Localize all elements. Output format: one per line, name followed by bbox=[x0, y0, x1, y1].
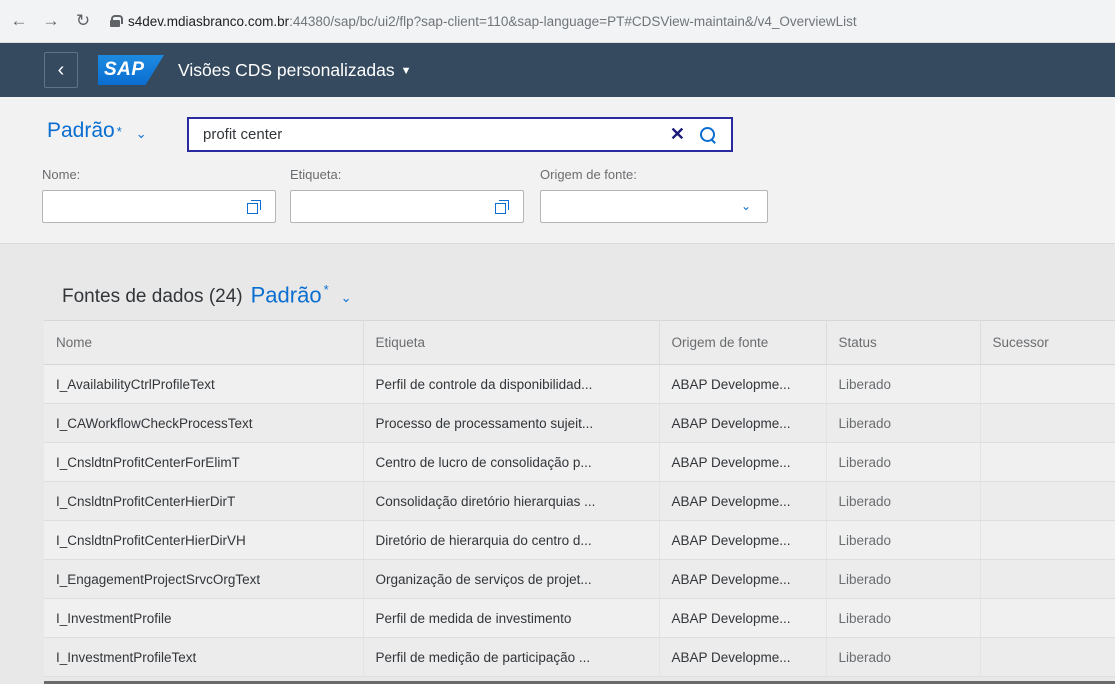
cell-successor bbox=[980, 559, 1115, 599]
data-sources-table: Nome Etiqueta Origem de fonte Status Suc… bbox=[44, 320, 1115, 677]
cell-source: ABAP Developme... bbox=[659, 520, 827, 560]
url-text: s4dev.mdiasbranco.com.br:44380/sap/bc/ui… bbox=[128, 13, 857, 29]
variant-name: Padrão bbox=[47, 119, 115, 142]
column-header-sucessor[interactable]: Sucessor bbox=[980, 320, 1115, 365]
cell-label: Perfil de medição de participação ... bbox=[363, 637, 660, 677]
table-row[interactable]: I_CnsldtnProfitCenterForElimT Centro de … bbox=[44, 442, 1115, 482]
cell-status: Liberado bbox=[826, 559, 981, 599]
table-header-row: Nome Etiqueta Origem de fonte Status Suc… bbox=[44, 320, 1115, 365]
cell-name: I_CnsldtnProfitCenterHierDirT bbox=[44, 481, 364, 521]
cell-label: Consolidação diretório hierarquias ... bbox=[363, 481, 660, 521]
table-row[interactable]: I_InvestmentProfileText Perfil de mediçã… bbox=[44, 637, 1115, 677]
cell-source: ABAP Developme... bbox=[659, 403, 827, 443]
variant-management[interactable]: Padrão * ⌄ bbox=[47, 119, 147, 143]
cell-source: ABAP Developme... bbox=[659, 481, 827, 521]
cell-label: Organização de serviços de projet... bbox=[363, 559, 660, 599]
cell-name: I_CnsldtnProfitCenterHierDirVH bbox=[44, 520, 364, 560]
cell-name: I_CAWorkflowCheckProcessText bbox=[44, 403, 364, 443]
chevron-down-icon[interactable]: ⌄ bbox=[341, 290, 352, 306]
cell-status: Liberado bbox=[826, 403, 981, 443]
name-label: Nome: bbox=[42, 167, 81, 182]
column-header-etiqueta[interactable]: Etiqueta bbox=[363, 320, 660, 365]
cell-successor bbox=[980, 598, 1115, 638]
cell-source: ABAP Developme... bbox=[659, 598, 827, 638]
label-label: Etiqueta: bbox=[290, 167, 342, 182]
caret-down-icon: ▼ bbox=[400, 65, 412, 77]
reload-icon[interactable]: ↻ bbox=[70, 8, 96, 34]
source-origin-label: Origem de fonte: bbox=[540, 167, 637, 182]
search-field[interactable]: ✕ bbox=[187, 117, 733, 152]
cell-name: I_InvestmentProfile bbox=[44, 598, 364, 638]
cell-label: Perfil de controle da disponibilidad... bbox=[363, 364, 660, 404]
table-row[interactable]: I_CAWorkflowCheckProcessText Processo de… bbox=[44, 403, 1115, 443]
clear-icon[interactable]: ✕ bbox=[670, 124, 685, 145]
table-header: Fontes de dados (24) Padrão * ⌄ bbox=[62, 282, 352, 308]
cell-name: I_InvestmentProfileText bbox=[44, 637, 364, 677]
browser-toolbar: ← → ↻ s4dev.mdiasbranco.com.br:44380/sap… bbox=[0, 0, 1115, 43]
search-input[interactable] bbox=[203, 126, 670, 143]
value-help-icon[interactable] bbox=[495, 200, 509, 214]
chevron-down-icon: ⌄ bbox=[740, 199, 751, 213]
cell-successor bbox=[980, 364, 1115, 404]
table-variant-management[interactable]: Padrão * bbox=[251, 282, 329, 308]
table-row[interactable]: I_CnsldtnProfitCenterHierDirT Consolidaç… bbox=[44, 481, 1115, 521]
table-row[interactable]: I_InvestmentProfile Perfil de medida de … bbox=[44, 598, 1115, 638]
cell-successor bbox=[980, 442, 1115, 482]
chevron-down-icon[interactable]: ⌄ bbox=[136, 126, 147, 142]
cell-successor bbox=[980, 403, 1115, 443]
table-row[interactable]: I_EngagementProjectSrvcOrgText Organizaç… bbox=[44, 559, 1115, 599]
value-help-icon[interactable] bbox=[247, 200, 261, 214]
table-variant-name: Padrão bbox=[250, 282, 322, 308]
back-arrow-icon[interactable]: ← bbox=[6, 8, 32, 34]
column-header-status[interactable]: Status bbox=[826, 320, 981, 365]
table-title: Fontes de dados (24) bbox=[62, 286, 243, 308]
table-row[interactable]: I_CnsldtnProfitCenterHierDirVH Diretório… bbox=[44, 520, 1115, 560]
cell-label: Diretório de hierarquia do centro d... bbox=[363, 520, 660, 560]
back-button[interactable]: ‹ bbox=[44, 52, 78, 88]
filter-bar: Padrão* ⌄ ✕ Nome: Etiqueta: Origem de fo… bbox=[0, 97, 1115, 244]
table-row[interactable]: I_AvailabilityCtrlProfileText Perfil de … bbox=[44, 364, 1115, 404]
name-field[interactable] bbox=[42, 190, 276, 223]
cell-source: ABAP Developme... bbox=[659, 637, 827, 677]
cell-name: I_EngagementProjectSrvcOrgText bbox=[44, 559, 364, 599]
modified-marker: * bbox=[116, 123, 122, 139]
lock-icon bbox=[110, 15, 123, 27]
shell-bar: ‹ SAP Visões CDS personalizadas ▼ bbox=[0, 43, 1115, 97]
cell-source: ABAP Developme... bbox=[659, 442, 827, 482]
cell-status: Liberado bbox=[826, 637, 981, 677]
app-title: Visões CDS personalizadas bbox=[178, 59, 395, 80]
forward-arrow-icon[interactable]: → bbox=[38, 8, 64, 34]
column-header-origem[interactable]: Origem de fonte bbox=[659, 320, 827, 365]
cell-name: I_CnsldtnProfitCenterForElimT bbox=[44, 442, 364, 482]
search-icon[interactable] bbox=[699, 126, 717, 144]
cell-status: Liberado bbox=[826, 481, 981, 521]
app-title-menu[interactable]: Visões CDS personalizadas ▼ bbox=[178, 60, 412, 81]
cell-status: Liberado bbox=[826, 520, 981, 560]
cell-successor bbox=[980, 637, 1115, 677]
cell-status: Liberado bbox=[826, 598, 981, 638]
cell-label: Processo de processamento sujeit... bbox=[363, 403, 660, 443]
chevron-left-icon: ‹ bbox=[57, 58, 65, 81]
cell-label: Perfil de medida de investimento bbox=[363, 598, 660, 638]
table-region: Fontes de dados (24) Padrão * ⌄ Nome Etiq… bbox=[0, 244, 1115, 684]
sap-logo[interactable]: SAP bbox=[98, 55, 164, 85]
cell-source: ABAP Developme... bbox=[659, 559, 827, 599]
cell-successor bbox=[980, 481, 1115, 521]
cell-status: Liberado bbox=[826, 442, 981, 482]
column-header-nome[interactable]: Nome bbox=[44, 320, 364, 365]
address-bar[interactable]: s4dev.mdiasbranco.com.br:44380/sap/bc/ui… bbox=[110, 14, 857, 29]
modified-marker: * bbox=[323, 282, 329, 297]
cell-source: ABAP Developme... bbox=[659, 364, 827, 404]
cell-label: Centro de lucro de consolidação p... bbox=[363, 442, 660, 482]
label-field[interactable] bbox=[290, 190, 524, 223]
source-origin-select[interactable]: ⌄ bbox=[540, 190, 768, 223]
cell-status: Liberado bbox=[826, 364, 981, 404]
cell-name: I_AvailabilityCtrlProfileText bbox=[44, 364, 364, 404]
cell-successor bbox=[980, 520, 1115, 560]
